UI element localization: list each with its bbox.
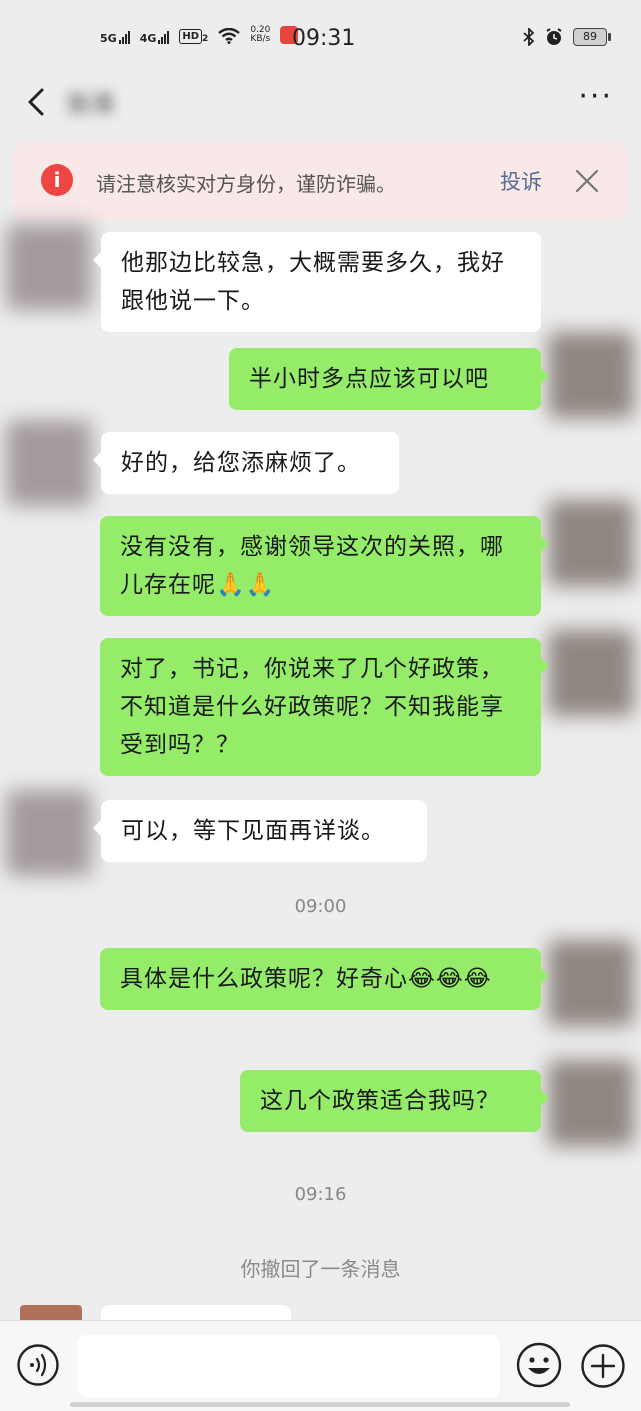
chat-header: 张涛 ··· [0, 78, 641, 136]
net1-label: 5G [100, 32, 117, 45]
chat-title: 张涛 [66, 90, 114, 118]
voice-icon [17, 1344, 59, 1386]
battery-indicator: 89 [573, 28, 611, 46]
message-outgoing[interactable]: 具体是什么政策呢？好奇心😂😂😂 [100, 948, 549, 1010]
message-outgoing[interactable]: 半小时多点应该可以吧 [229, 348, 549, 410]
contact-avatar[interactable] [6, 224, 92, 310]
4g-signal-icon: 4G [140, 31, 170, 44]
message-outgoing[interactable]: 这几个政策适合我吗？ [240, 1070, 549, 1132]
voice-button[interactable] [16, 1343, 60, 1387]
wifi-icon [218, 28, 241, 44]
network-speed: 0.20 KB/s [250, 26, 270, 44]
back-button[interactable] [22, 82, 56, 122]
message-outgoing[interactable]: 对了，书记，你说来了几个好政策，不知道是什么好政策呢？不知我能享受到吗？？ [100, 638, 549, 776]
message-incoming[interactable]: 他那边比较急，大概需要多久，我好跟他说一下。 [93, 232, 541, 332]
alarm-icon [546, 28, 562, 45]
plus-icon [581, 1344, 625, 1388]
my-avatar[interactable] [548, 500, 634, 586]
status-bar: 5G 4G HD 2 0.20 KB/s 09:31 89 [0, 0, 641, 78]
my-avatar[interactable] [548, 1060, 634, 1146]
my-avatar[interactable] [548, 940, 634, 1026]
message-incoming[interactable]: 好的，给您添麻烦了。 [93, 432, 399, 494]
fraud-warning-banner: i 请注意核实对方身份，谨防诈骗。 投诉 [12, 142, 628, 220]
revoke-notice: 你撤回了一条消息 [240, 1257, 401, 1281]
hd-icon: HD 2 [179, 29, 208, 44]
complain-link[interactable]: 投诉 [500, 166, 542, 196]
contact-avatar[interactable] [6, 420, 92, 506]
hd-sub-label: 2 [202, 34, 209, 44]
status-icons: 5G 4G HD 2 0.20 KB/s [100, 26, 299, 44]
timestamp: 09:16 [294, 1184, 347, 1205]
status-time: 09:31 [292, 26, 356, 51]
my-avatar[interactable] [548, 630, 634, 716]
bluetooth-icon [523, 28, 535, 46]
speed-unit: KB/s [250, 34, 271, 44]
close-warning-button[interactable] [572, 166, 602, 196]
message-incoming[interactable]: 可以，等下见面再详谈。 [93, 800, 427, 862]
emoji-icon [516, 1342, 562, 1388]
my-avatar[interactable] [548, 332, 634, 418]
timestamp: 09:00 [294, 896, 347, 917]
more-functions-button[interactable] [580, 1343, 626, 1389]
message-incoming-partial[interactable] [101, 1305, 291, 1320]
chevron-left-icon [28, 88, 44, 116]
message-outgoing[interactable]: 没有没有，感谢领导这次的关照，哪儿存在呢🙏🙏 [100, 516, 549, 616]
input-bar [0, 1320, 641, 1411]
emoji-button[interactable] [515, 1341, 563, 1389]
close-icon [575, 169, 599, 193]
home-indicator [70, 1402, 570, 1407]
net2-label: 4G [139, 32, 157, 45]
warning-icon: i [41, 164, 73, 196]
hd-label: HD [179, 29, 203, 44]
message-input[interactable] [78, 1335, 500, 1397]
more-options-button[interactable]: ··· [578, 82, 613, 112]
contact-avatar[interactable] [6, 790, 92, 876]
5g-signal-icon: 5G [100, 31, 130, 44]
warning-text: 请注意核实对方身份，谨防诈骗。 [96, 172, 396, 196]
contact-avatar-partial[interactable] [20, 1305, 82, 1320]
